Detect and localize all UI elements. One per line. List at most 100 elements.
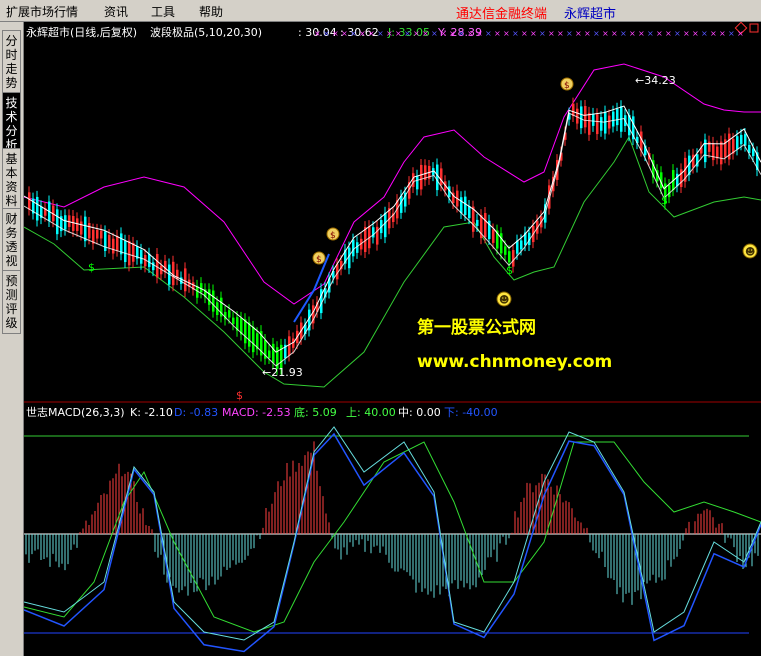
watermark-title: 第一股票公式网 [417,317,536,338]
candle-body [252,326,255,353]
candle-body [76,218,79,231]
candle-body [248,322,251,347]
stock-title: 永辉超市(日线,后复权) [26,25,137,39]
buy-signal-glyph: $ [88,261,95,274]
candle-body [600,117,603,131]
signal-x-mark: × [620,29,627,38]
candle-body [436,164,439,191]
tab-technical[interactable]: 技术分析 [2,92,21,156]
menu-tools[interactable]: 工具 [151,3,175,20]
signal-x-mark: × [548,29,555,38]
candle-body [484,213,487,238]
candle-body [124,240,127,263]
candle-body [288,336,291,356]
chart-area[interactable]: 永辉超市(日线,后复权) 波段极品(5,10,20,30) : 30.04 : … [24,22,761,656]
candle-body [668,185,671,198]
candle-body [208,289,211,305]
tab-financials[interactable]: 财务透视 [2,208,21,272]
menu-news[interactable]: 资讯 [104,3,128,20]
signal-x-mark: × [494,29,501,38]
signal-x-mark: × [512,29,519,38]
menu-extended-market[interactable]: 扩展市场行情 [6,3,78,20]
signal-x-mark: × [440,29,447,38]
signal-x-mark: × [737,29,744,38]
candle-body [468,206,471,219]
signal-x-mark: × [584,29,591,38]
candle-body [476,219,479,226]
candle-body [228,310,231,318]
candle-body [492,229,495,243]
candle-body [500,233,503,254]
money-bag-glyph: $ [330,231,336,241]
signal-x-mark: × [530,29,537,38]
sub-macd: MACD: -2.53 [222,406,291,419]
sell-signal-glyph: $ [236,389,243,402]
signal-x-mark: × [593,29,600,38]
candle-body [508,251,511,263]
candle-body [148,253,151,267]
sub-d: D: -0.83 [174,406,218,419]
tab-forecast[interactable]: 预测评级 [2,270,21,334]
signal-x-mark: × [368,29,375,38]
indicator-name: 波段极品(5,10,20,30) [150,25,262,39]
candle-body [120,233,123,255]
candle-body [232,317,235,325]
candle-body [592,113,595,126]
candle-body [440,168,443,186]
tab-intraday[interactable]: 分时走势 [2,30,21,94]
candle-body [268,350,271,359]
signal-x-mark: × [728,29,735,38]
candle-body [164,260,167,273]
candle-body [116,235,119,251]
money-bag-glyph: $ [564,81,570,91]
candle-body [596,114,599,135]
signal-x-mark: × [431,29,438,38]
candle-body [88,222,91,239]
menu-help[interactable]: 帮助 [199,3,223,20]
signal-x-mark: × [323,29,330,38]
signal-x-mark: × [566,29,573,38]
candle-body [212,290,215,312]
high-price-label: ←34.23 [635,74,676,87]
candle-body [80,221,83,235]
low-price-label: ←21.93 [262,366,303,379]
candle-body [56,209,59,235]
candle-body [740,134,743,145]
candle-body [172,261,175,286]
candle-body [140,249,143,264]
candle-body [132,242,135,262]
signal-x-mark: × [521,29,528,38]
signal-x-mark: × [413,29,420,38]
signal-x-mark: × [539,29,546,38]
candle-body [720,141,723,165]
signal-x-mark: × [350,29,357,38]
signal-x-mark: × [719,29,726,38]
candle-body [616,108,619,126]
candle-body [96,229,99,239]
signal-x-mark: × [674,29,681,38]
buy-signal-glyph: $ [506,264,513,277]
candle-body [716,146,719,159]
sub-k: K: -2.10 [130,406,173,419]
candle-body [704,139,707,163]
candle-body [272,343,275,363]
tab-fundamentals[interactable]: 基本资料 [2,148,21,212]
signal-x-mark: × [665,29,672,38]
signal-x-mark: × [422,29,429,38]
candle-body [464,196,467,215]
terminal-brand: 通达信金融终端 [456,7,548,22]
menu-bar: 扩展市场行情 资讯 工具 帮助 通达信金融终端 永辉超市 [0,0,761,22]
candle-body [420,164,423,190]
candle-body [584,106,587,128]
candle-body [200,283,203,293]
candle-body [128,240,131,266]
candle-body [104,231,107,251]
signal-x-mark: × [611,29,618,38]
signal-x-mark: × [701,29,708,38]
signal-x-mark: × [647,29,654,38]
signal-x-mark: × [404,29,411,38]
sub-di: 底: 5.09 [294,405,337,419]
sub-shang: 上: 40.00 [346,406,396,419]
signal-x-mark: × [710,29,717,38]
signal-x-mark: × [656,29,663,38]
